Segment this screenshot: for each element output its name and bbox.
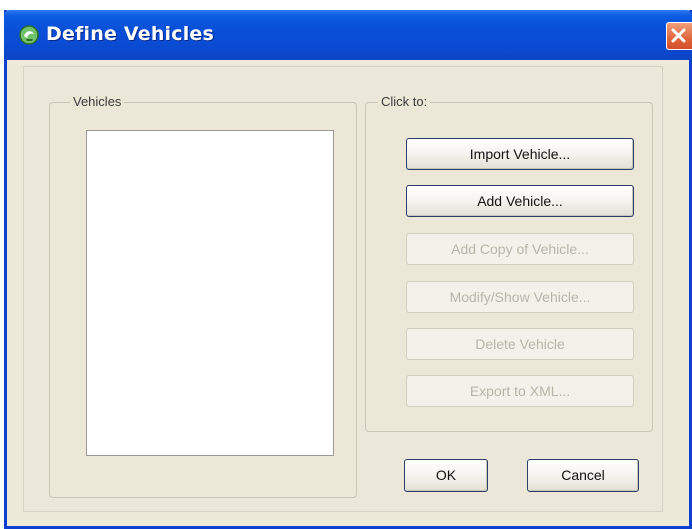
export-to-xml-button[interactable]: Export to XML... [406, 375, 634, 407]
ok-button[interactable]: OK [404, 459, 488, 492]
clickto-group-label: Click to: [378, 94, 431, 109]
title-bar[interactable]: Define Vehicles [4, 10, 692, 60]
import-vehicle-button[interactable]: Import Vehicle... [406, 138, 634, 170]
vehicles-group-label: Vehicles [70, 94, 125, 109]
window-title: Define Vehicles [46, 23, 215, 45]
modify-show-vehicle-button[interactable]: Modify/Show Vehicle... [406, 281, 634, 313]
vehicles-groupbox: Vehicles [49, 94, 357, 498]
add-copy-of-vehicle-button[interactable]: Add Copy of Vehicle... [406, 233, 634, 265]
close-button[interactable] [666, 22, 692, 50]
app-icon [19, 25, 39, 45]
define-vehicles-dialog: Define Vehicles Vehicles Click to: Impor… [4, 10, 692, 529]
vehicle-list[interactable] [86, 130, 334, 456]
dialog-body: Vehicles Click to: Import Vehicle... Add… [7, 60, 689, 526]
add-vehicle-button[interactable]: Add Vehicle... [406, 185, 634, 217]
close-icon [671, 28, 686, 43]
cancel-button[interactable]: Cancel [527, 459, 639, 492]
clickto-groupbox: Click to: Import Vehicle... Add Vehicle.… [365, 94, 653, 432]
delete-vehicle-button[interactable]: Delete Vehicle [406, 328, 634, 360]
